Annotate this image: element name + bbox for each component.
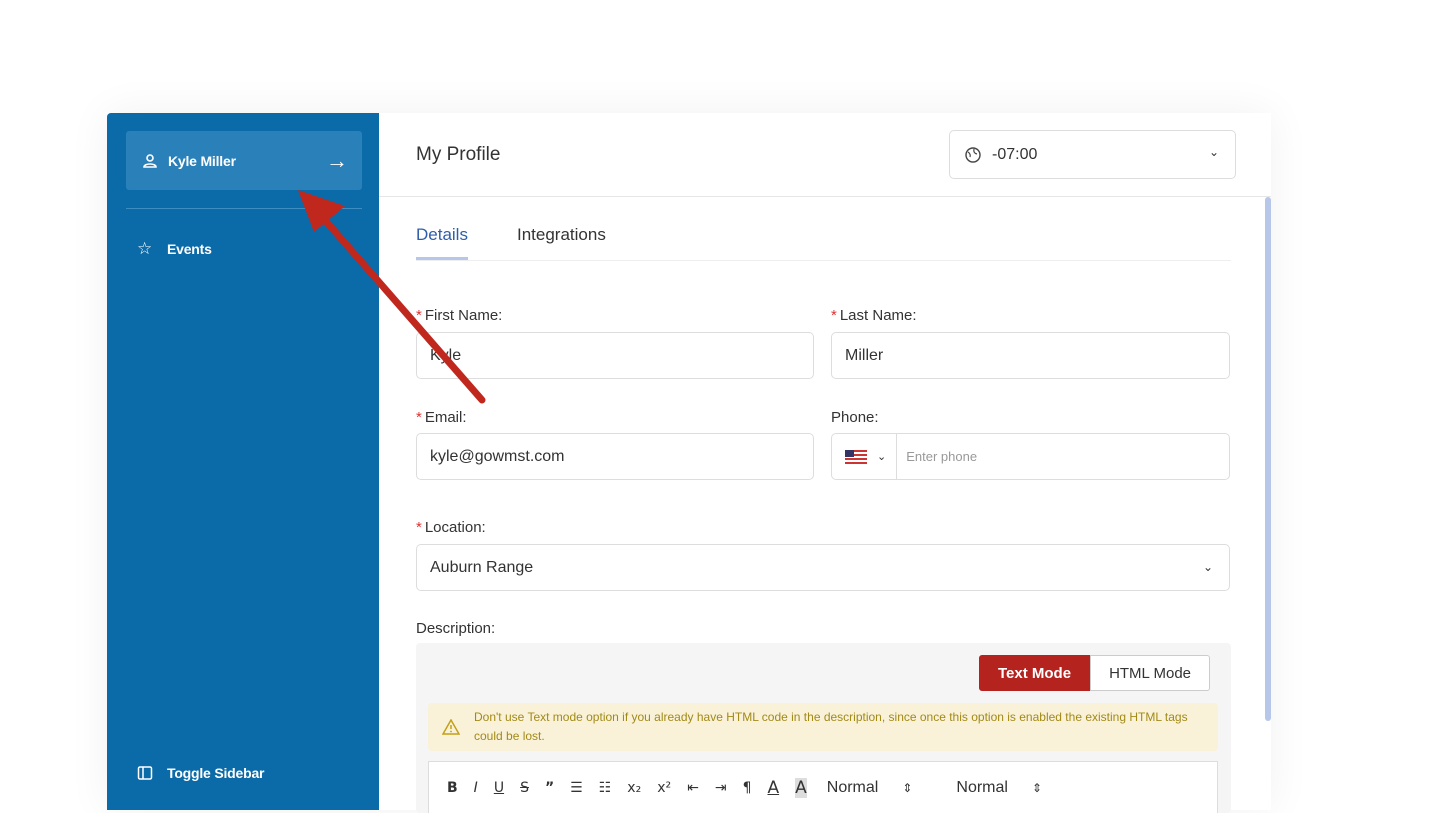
- chevron-down-icon: ⌄: [877, 451, 887, 463]
- editor-toolbar: B I U S ” ☰ ☷ x₂ x² ⇤ ⇥ ¶ A A Normal ⇕ No…: [428, 761, 1218, 813]
- description-label: Description:: [416, 620, 496, 637]
- toggle-sidebar-label: Toggle Sidebar: [167, 765, 265, 781]
- first-name-field[interactable]: Kyle: [416, 332, 814, 379]
- superscript-button[interactable]: x²: [657, 780, 671, 796]
- globe-icon: [964, 146, 982, 164]
- phone-field[interactable]: ⌄ Enter phone: [831, 433, 1230, 480]
- outdent-icon[interactable]: ⇤: [687, 780, 699, 796]
- page-title: My Profile: [416, 144, 501, 165]
- country-code-select[interactable]: ⌄: [845, 434, 898, 479]
- phone-label: Phone:: [831, 409, 879, 426]
- warning-icon: [442, 719, 460, 735]
- first-name-label: * First Name:: [416, 307, 503, 324]
- chevron-down-icon: ⌄: [1208, 145, 1219, 159]
- chevron-down-icon: ⌄: [1202, 560, 1213, 574]
- email-field[interactable]: kyle@gowmst.com: [416, 433, 814, 480]
- last-name-field[interactable]: Miller: [831, 332, 1230, 379]
- text-mode-button[interactable]: Text Mode: [979, 655, 1091, 691]
- bullet-list-icon[interactable]: ☷: [599, 780, 612, 796]
- tab-bar: Details Integrations: [416, 225, 1231, 261]
- page-header: My Profile -07:00 ⌄: [379, 113, 1271, 197]
- sidebar-item-label: Kyle Miller: [168, 152, 236, 169]
- sidebar: Kyle Miller → ☆ Events Toggle Sidebar: [107, 113, 379, 810]
- font-color-icon[interactable]: A: [767, 778, 779, 798]
- sidebar-item-label: Events: [167, 241, 212, 257]
- timezone-select[interactable]: -07:00 ⌄: [949, 130, 1236, 179]
- sidebar-item-events[interactable]: ☆ Events: [137, 239, 212, 259]
- location-select[interactable]: Auburn Range ⌄: [416, 544, 1230, 591]
- star-icon: ☆: [137, 239, 153, 258]
- description-editor: Text Mode HTML Mode Don't use Text mode …: [416, 643, 1231, 813]
- tab-details[interactable]: Details: [416, 225, 468, 260]
- blockquote-button[interactable]: ”: [545, 780, 554, 796]
- app-window: Kyle Miller → ☆ Events Toggle Sidebar My…: [107, 113, 1271, 813]
- subscript-button[interactable]: x₂: [627, 780, 641, 796]
- toggle-sidebar-button[interactable]: Toggle Sidebar: [137, 765, 264, 781]
- email-label: * Email:: [416, 409, 467, 426]
- font-size-select[interactable]: Normal ⇕: [956, 779, 1042, 797]
- background-color-icon[interactable]: A: [795, 777, 807, 798]
- warning-banner: Don't use Text mode option if you alread…: [428, 703, 1218, 751]
- html-mode-button[interactable]: HTML Mode: [1090, 655, 1211, 691]
- timezone-value: -07:00: [992, 145, 1038, 163]
- last-name-label: * Last Name:: [831, 307, 917, 324]
- indent-icon[interactable]: ⇥: [715, 780, 727, 796]
- sidebar-divider: [126, 208, 362, 209]
- text-direction-icon[interactable]: ¶: [743, 780, 752, 796]
- underline-button[interactable]: U: [494, 780, 504, 796]
- italic-button[interactable]: I: [474, 780, 478, 796]
- location-label: * Location:: [416, 519, 486, 536]
- user-icon: [140, 151, 160, 171]
- tab-integrations[interactable]: Integrations: [517, 225, 606, 257]
- sidebar-item-user-profile[interactable]: Kyle Miller →: [126, 131, 362, 190]
- scrollbar[interactable]: [1265, 197, 1271, 721]
- bold-button[interactable]: B: [447, 780, 458, 796]
- heading-select[interactable]: Normal ⇕: [827, 779, 913, 797]
- ordered-list-icon[interactable]: ☰: [570, 780, 583, 796]
- updown-icon: ⇕: [902, 780, 913, 795]
- sidebar-panel-icon: [137, 765, 157, 781]
- editor-mode-toggle: Text Mode HTML Mode: [979, 655, 1211, 691]
- arrow-right-icon: →: [326, 147, 348, 173]
- us-flag-icon: [845, 449, 867, 464]
- warning-text: Don't use Text mode option if you alread…: [474, 710, 1188, 743]
- main-content: My Profile -07:00 ⌄ Details Integrations…: [379, 113, 1271, 813]
- phone-input-placeholder: Enter phone: [906, 449, 978, 464]
- updown-icon: ⇕: [1031, 780, 1043, 795]
- strikethrough-button[interactable]: S: [520, 780, 529, 796]
